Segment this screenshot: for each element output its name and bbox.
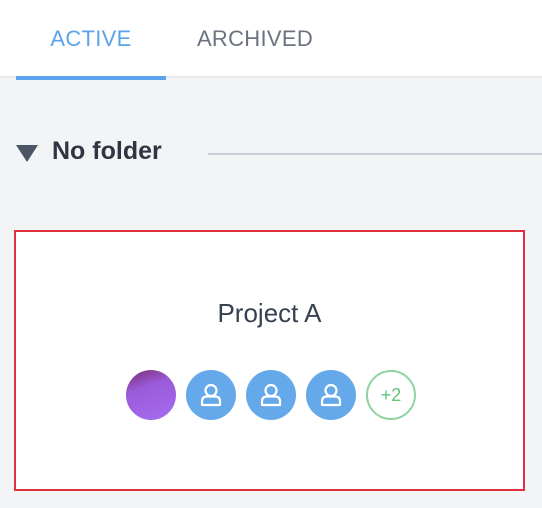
folder-label: No folder	[52, 137, 162, 165]
user-icon	[200, 383, 222, 407]
caret-down-icon[interactable]	[16, 145, 38, 162]
avatar	[246, 370, 296, 420]
more-members-badge[interactable]: +2	[366, 370, 416, 420]
folder-header[interactable]: No folder	[16, 132, 542, 176]
folder-divider	[208, 153, 542, 155]
tab-archived[interactable]: ARCHIVED	[180, 0, 330, 78]
project-card[interactable]: Project A +2	[14, 230, 525, 491]
tab-active-label: ACTIVE	[50, 26, 132, 51]
avatar	[186, 370, 236, 420]
user-icon	[320, 383, 342, 407]
tab-bar: ACTIVE ARCHIVED	[0, 0, 542, 80]
more-members-count: +2	[380, 384, 402, 405]
user-icon	[260, 383, 282, 407]
tab-archived-label: ARCHIVED	[196, 26, 314, 51]
project-title: Project A	[217, 298, 322, 328]
avatar	[306, 370, 356, 420]
avatar	[126, 370, 176, 420]
tab-active[interactable]: ACTIVE	[16, 0, 166, 80]
